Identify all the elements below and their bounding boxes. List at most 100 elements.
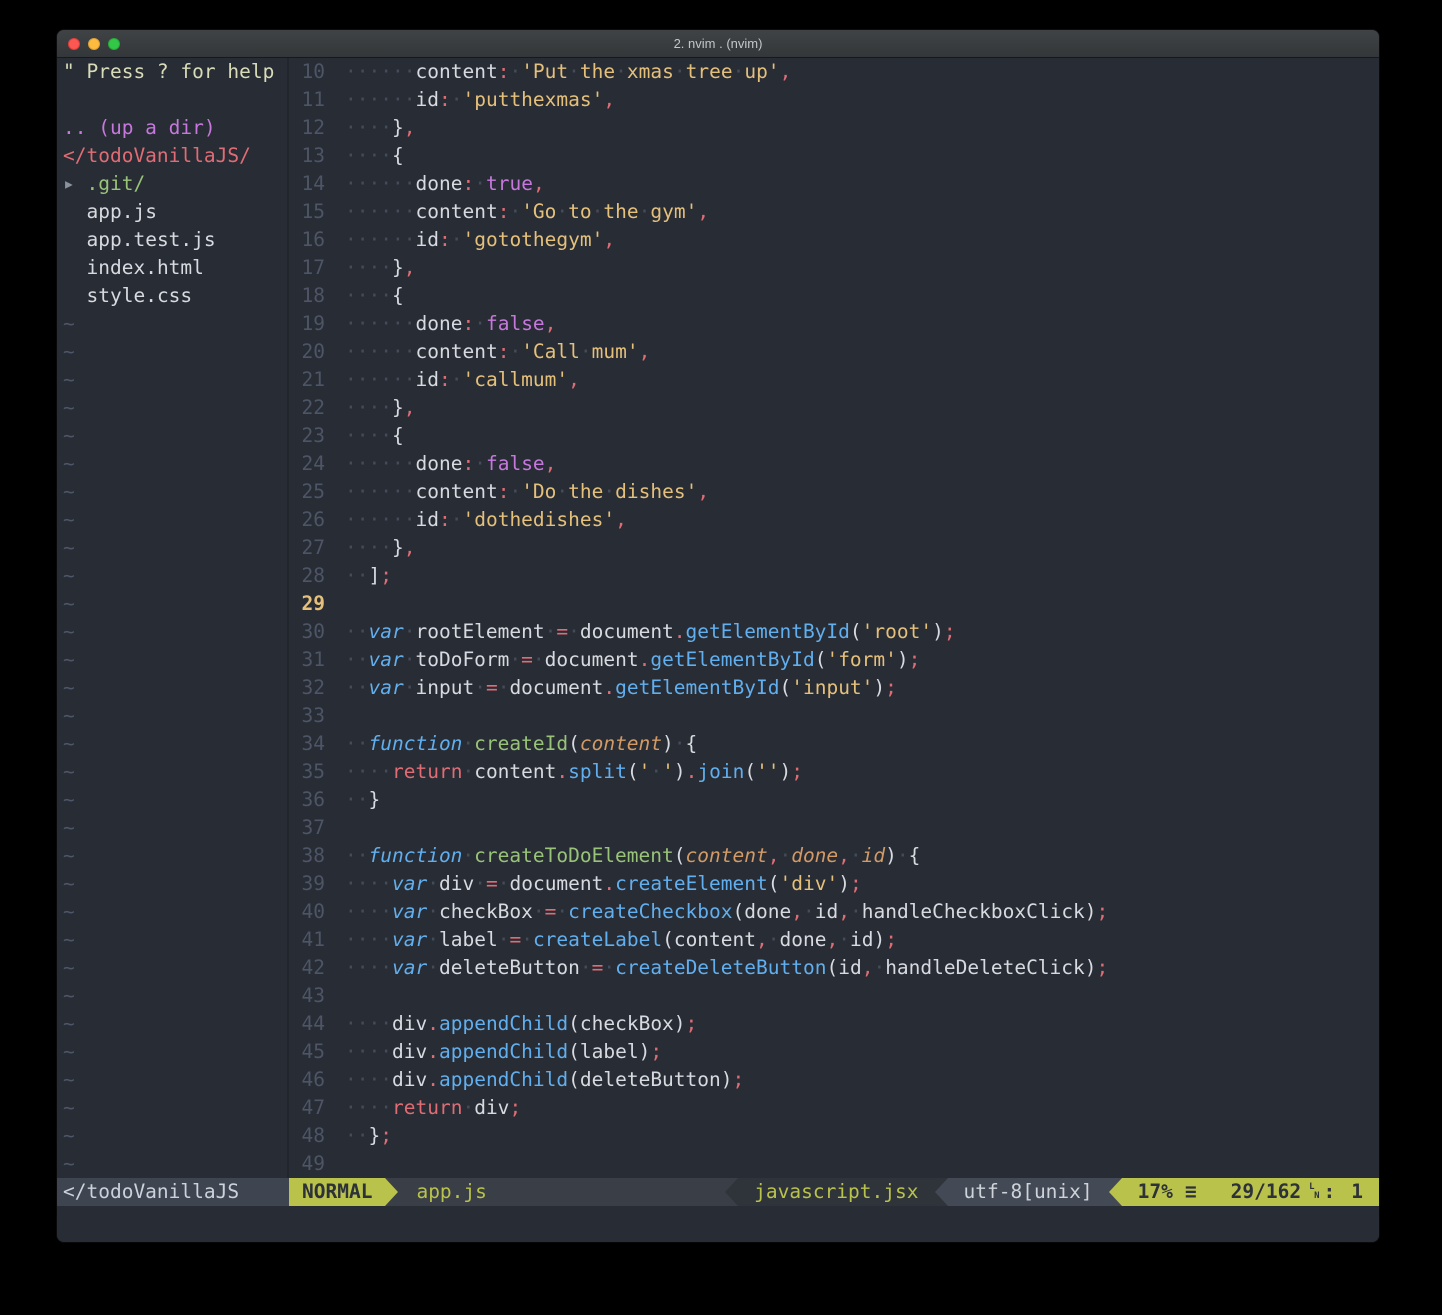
code-line[interactable]: 37: [289, 814, 1379, 842]
code-line[interactable]: 20······content:·'Call·mum',: [289, 338, 1379, 366]
whitespace-dot: ·: [427, 956, 439, 979]
code-token: ,: [533, 172, 545, 195]
code-line[interactable]: 41····var·label·=·createLabel(content,·d…: [289, 926, 1379, 954]
code-line[interactable]: 47····return·div;: [289, 1094, 1379, 1122]
close-button[interactable]: [68, 38, 80, 50]
code-line-text: ··function·createId(content)·{: [345, 730, 697, 758]
code-token: =: [521, 648, 533, 671]
code-line[interactable]: 17····},: [289, 254, 1379, 282]
code-line[interactable]: 38··function·createToDoElement(content,·…: [289, 842, 1379, 870]
sidebar-row-updir[interactable]: .. (up a dir): [63, 114, 287, 142]
whitespace-dot: ·: [357, 424, 369, 447]
code-line[interactable]: 31··var·toDoForm·=·document.getElementBy…: [289, 646, 1379, 674]
minimize-button[interactable]: [88, 38, 100, 50]
line-number: 31: [289, 646, 325, 674]
code-token: div: [439, 872, 474, 895]
code-line[interactable]: 22····},: [289, 394, 1379, 422]
code-line[interactable]: 39····var·div·=·document.createElement('…: [289, 870, 1379, 898]
code-line[interactable]: 24······done:·false,: [289, 450, 1379, 478]
editor-buffer[interactable]: 10······content:·'Put·the·xmas·tree·up',…: [289, 58, 1379, 1178]
code-token: (: [662, 928, 674, 951]
zoom-button[interactable]: [108, 38, 120, 50]
code-line[interactable]: 12····},: [289, 114, 1379, 142]
whitespace-dot: ·: [369, 396, 381, 419]
code-token: ,: [791, 900, 803, 923]
whitespace-dot: ·: [380, 452, 392, 475]
code-line[interactable]: 30··var·rootElement·=·document.getElemen…: [289, 618, 1379, 646]
code-line[interactable]: 40····var·checkBox·=·createCheckbox(done…: [289, 898, 1379, 926]
code-token: ,: [697, 200, 709, 223]
code-line[interactable]: 21······id:·'callmum',: [289, 366, 1379, 394]
code-line-text: ······done:·false,: [345, 310, 556, 338]
code-line[interactable]: 43: [289, 982, 1379, 1010]
sidebar-item--git-[interactable]: ▸ .git/: [63, 170, 287, 198]
code-line[interactable]: 46····div.appendChild(deleteButton);: [289, 1066, 1379, 1094]
code-line[interactable]: 14······done:·true,: [289, 170, 1379, 198]
line-number-icon: LN: [1309, 1183, 1319, 1201]
code-line[interactable]: 25······content:·'Do·the·dishes',: [289, 478, 1379, 506]
whitespace-dot: ·: [369, 368, 381, 391]
sidebar-item-app-test-js[interactable]: app.test.js: [63, 226, 287, 254]
code-line-text: ····var·deleteButton·=·createDeleteButto…: [345, 954, 1108, 982]
command-line[interactable]: [57, 1206, 1379, 1242]
code-line[interactable]: 36··}: [289, 786, 1379, 814]
code-token: ······: [345, 480, 416, 503]
code-line[interactable]: 35····return·content.split('·').join('')…: [289, 758, 1379, 786]
code-token: ·: [451, 508, 463, 531]
code-line[interactable]: 42····var·deleteButton·=·createDeleteBut…: [289, 954, 1379, 982]
code-line-text: ··var·input·=·document.getElementById('i…: [345, 674, 897, 702]
disclosure-arrow-icon[interactable]: ▸: [63, 172, 86, 195]
code-line[interactable]: 19 ······done:·false,: [289, 310, 1379, 338]
titlebar[interactable]: 2. nvim . (nvim): [57, 30, 1379, 58]
code-token: =: [486, 676, 498, 699]
line-number: 32: [289, 674, 325, 702]
sidebar-item-style-css[interactable]: style.css: [63, 282, 287, 310]
code-token: ····: [345, 116, 392, 139]
code-line[interactable]: 44····div.appendChild(checkBox);: [289, 1010, 1379, 1038]
sidebar-item-index-html[interactable]: index.html: [63, 254, 287, 282]
code-line[interactable]: 16······id:·'gotothegym',: [289, 226, 1379, 254]
whitespace-dot: ·: [380, 1068, 392, 1091]
whitespace-dot: ·: [345, 900, 357, 923]
code-line[interactable]: 32 ··var·input·=·document.getElementById(…: [289, 674, 1379, 702]
whitespace-dot: ·: [509, 648, 521, 671]
code-token: .: [427, 1012, 439, 1035]
code-line[interactable]: 49: [289, 1150, 1379, 1178]
whitespace-dot: ·: [357, 452, 369, 475]
whitespace-dot: ·: [850, 844, 862, 867]
code-line[interactable]: 18····{: [289, 282, 1379, 310]
code-line[interactable]: 33: [289, 702, 1379, 730]
code-line[interactable]: 27····},: [289, 534, 1379, 562]
code-line[interactable]: 26······id:·'dothedishes',: [289, 506, 1379, 534]
whitespace-dot: ·: [404, 368, 416, 391]
code-token: 'input': [791, 676, 873, 699]
statusline: </todoVanillaJS NORMAL app.js javascript…: [57, 1178, 1379, 1206]
whitespace-dot: ·: [345, 284, 357, 307]
code-line[interactable]: 13····{: [289, 142, 1379, 170]
code-line[interactable]: 48··};: [289, 1122, 1379, 1150]
line-number: 19: [289, 310, 325, 338]
code-line-text: ······content:·'Do·the·dishes',: [345, 478, 709, 506]
code-token: var: [369, 648, 404, 671]
code-line-text: ····return·div;: [345, 1094, 521, 1122]
code-line-text: ······id:·'putthexmas',: [345, 86, 615, 114]
code-line[interactable]: 11······id:·'putthexmas',: [289, 86, 1379, 114]
sidebar-item-app-js[interactable]: app.js: [63, 198, 287, 226]
code-line[interactable]: 29: [289, 590, 1379, 618]
code-line[interactable]: 28··];: [289, 562, 1379, 590]
code-line[interactable]: 10······content:·'Put·the·xmas·tree·up',: [289, 58, 1379, 86]
code-token: ): [1085, 900, 1097, 923]
sidebar-item-label: </todoVanillaJS/: [63, 144, 251, 167]
code-token: ·: [580, 956, 592, 979]
code-line-text: ······done:·false,: [345, 450, 556, 478]
code-line[interactable]: 23····{: [289, 422, 1379, 450]
code-line[interactable]: 45····div.appendChild(label);: [289, 1038, 1379, 1066]
code-token: 'callmum': [462, 368, 568, 391]
whitespace-dot: ·: [380, 480, 392, 503]
whitespace-dot: ·: [462, 732, 474, 755]
whitespace-dot: ·: [345, 424, 357, 447]
code-line[interactable]: 15······content:·'Go·to·the·gym',: [289, 198, 1379, 226]
empty-line-tilde: ~: [63, 590, 287, 618]
code-token: ;: [380, 1124, 392, 1147]
code-line[interactable]: 34··function·createId(content)·{: [289, 730, 1379, 758]
